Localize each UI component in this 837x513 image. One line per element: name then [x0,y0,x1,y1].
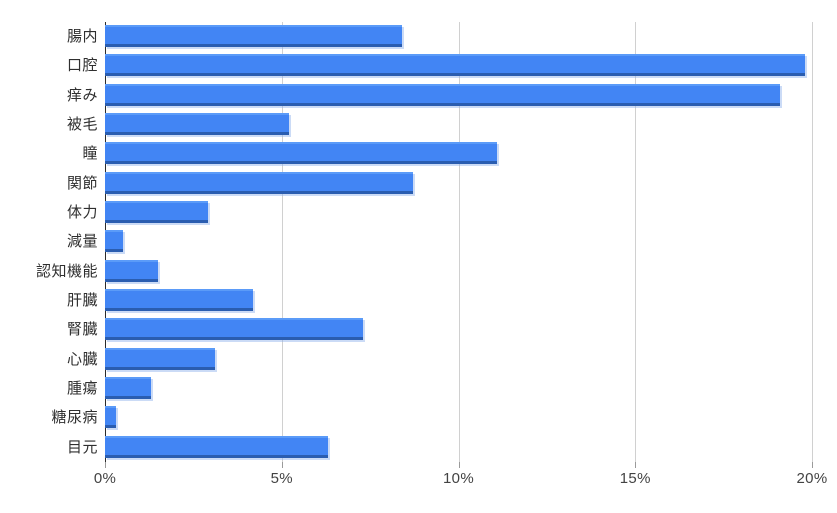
bar [105,435,328,458]
bar-row [105,139,812,168]
y-axis-label: 痒み [66,86,98,104]
bar [105,171,413,194]
tick-mark [812,462,813,468]
bar-row [105,51,812,80]
bar-series [105,22,812,462]
y-axis-category-labels: 腸内口腔痒み被毛瞳関節体力減量認知機能肝臓腎臓心臓腫瘍糖尿病目元 [0,22,98,462]
bar-row [105,22,812,51]
y-axis-label: 被毛 [66,116,98,133]
bar [105,347,215,370]
gridline [812,22,813,462]
tick-mark [105,462,106,468]
y-axis-label: 瞳 [82,145,98,163]
bar-chart: 腸内口腔痒み被毛瞳関節体力減量認知機能肝臓腎臓心臓腫瘍糖尿病目元 0% 5% 10%… [0,0,837,513]
y-axis-label: 糖尿病 [51,409,98,427]
y-axis-label: 減量 [66,233,98,251]
bar-row [105,257,812,286]
bar [105,142,498,165]
bar-row [105,374,812,403]
y-axis-label: 腸内 [66,28,98,45]
x-axis-label: 20% [796,470,828,487]
bar [105,54,805,77]
plot-area [105,22,813,462]
x-axis-label: 10% [443,470,474,487]
bar-row [105,403,812,432]
x-axis-label: 15% [619,470,651,487]
bar-row [105,433,812,462]
bar [105,25,402,47]
bar [105,318,364,341]
bar [105,83,781,106]
y-axis-label: 心臓 [66,350,98,368]
y-axis-label: 認知機能 [35,262,98,280]
bar-row [105,169,812,198]
bar [105,406,116,429]
y-axis-label: 関節 [66,174,98,192]
x-axis-label: 0% [93,470,117,487]
bar-row [105,286,812,315]
y-axis-label: 目元 [66,438,98,456]
tick-mark [458,462,460,468]
bar [105,113,289,135]
x-axis-tick-labels: 0% 5% 10% 15% 20% [0,470,837,494]
bar [105,201,208,223]
y-axis-label: 体力 [66,204,98,221]
bar [105,289,254,311]
bar-row [105,81,812,110]
bar [105,377,151,399]
bar-row [105,345,812,374]
tick-mark [635,462,637,468]
y-axis-label: 腎臓 [66,321,98,339]
bar [105,259,159,282]
bar-row [105,227,812,256]
bar [105,230,123,253]
x-axis-label: 5% [270,470,293,487]
y-axis-label: 腫瘍 [66,380,98,397]
y-axis-label: 肝臓 [66,292,98,309]
tick-mark [281,462,283,468]
y-axis-label: 口腔 [66,57,98,75]
bar-row [105,315,812,344]
bar-row [105,110,812,139]
bar-row [105,198,812,227]
